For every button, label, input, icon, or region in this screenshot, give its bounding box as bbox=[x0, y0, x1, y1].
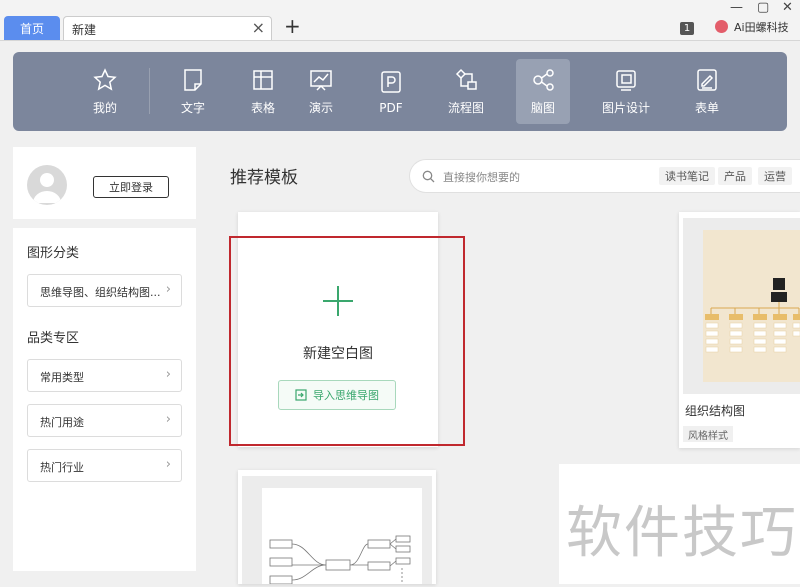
search-input[interactable]: 直接搜你想要的 读书笔记 产品 运营 bbox=[409, 159, 800, 193]
sidebar-item-label: 思维导图、组织结构图... bbox=[40, 286, 161, 299]
toolbar-item-image-design[interactable]: 图片设计 bbox=[596, 52, 656, 131]
user-avatar-icon[interactable] bbox=[715, 20, 728, 33]
tab-home[interactable]: 首页 bbox=[4, 16, 60, 40]
mindmap-icon bbox=[533, 69, 554, 91]
toolbar-label: 表格 bbox=[250, 101, 275, 115]
app-toolbar: 我的 文字 表格 演示 PDF 流程图 脑图 图片设计 表单 bbox=[13, 52, 787, 131]
presentation-icon bbox=[310, 70, 332, 91]
image-design-icon bbox=[616, 70, 636, 91]
template-card-mindmap[interactable] bbox=[238, 470, 436, 585]
org-chart-preview bbox=[705, 278, 800, 353]
chevron-right-icon: › bbox=[165, 367, 171, 382]
toolbar-item-form[interactable]: 表单 bbox=[680, 52, 734, 131]
toolbar-label: 脑图 bbox=[530, 101, 555, 115]
toolbar-label: 表单 bbox=[694, 101, 719, 115]
title-bar: 首页 新建 × + — ▢ ✕ 1 Ai田螺科技 bbox=[0, 0, 800, 41]
search-tag[interactable]: 运营 bbox=[758, 167, 792, 185]
tab-new-label: 新建 bbox=[72, 23, 97, 37]
template-card-org-chart[interactable]: 组织结构图 风格样式 bbox=[679, 212, 800, 448]
shape-category-heading: 图形分类 bbox=[27, 246, 80, 261]
toolbar-label: 流程图 bbox=[447, 101, 484, 115]
toolbar-label: 图片设计 bbox=[601, 101, 650, 115]
chevron-right-icon: › bbox=[165, 282, 171, 297]
close-tab-icon[interactable]: × bbox=[252, 18, 265, 37]
toolbar-item-mine[interactable]: 我的 bbox=[77, 52, 133, 131]
tab-new[interactable]: 新建 × bbox=[63, 16, 272, 40]
login-button[interactable]: 立即登录 bbox=[93, 176, 169, 198]
sidebar-item-popular-industries[interactable]: 热门行业 › bbox=[27, 449, 182, 482]
user-icon bbox=[33, 173, 61, 203]
flowchart-icon bbox=[455, 68, 477, 90]
search-tag[interactable]: 产品 bbox=[718, 167, 752, 185]
chevron-right-icon: › bbox=[165, 412, 171, 427]
toolbar-label: 我的 bbox=[92, 101, 117, 115]
document-icon bbox=[184, 69, 202, 91]
toolbar-item-presentation[interactable]: 演示 bbox=[294, 52, 348, 131]
template-thumbnail bbox=[242, 476, 432, 585]
user-name[interactable]: Ai田螺科技 bbox=[734, 19, 789, 35]
search-placeholder: 直接搜你想要的 bbox=[443, 171, 520, 184]
toolbar-label: 演示 bbox=[308, 101, 333, 115]
table-icon bbox=[253, 70, 273, 90]
toolbar-label: 文字 bbox=[180, 101, 205, 115]
toolbar-item-flowchart[interactable]: 流程图 bbox=[437, 52, 495, 131]
sidebar-item-label: 热门行业 bbox=[40, 461, 84, 474]
toolbar-item-sheet[interactable]: 表格 bbox=[236, 52, 290, 131]
notification-badge[interactable]: 1 bbox=[680, 22, 694, 35]
toolbar-divider bbox=[149, 68, 150, 114]
template-thumbnail bbox=[683, 218, 800, 394]
close-window-button[interactable]: ✕ bbox=[782, 0, 793, 15]
template-name: 组织结构图 bbox=[685, 404, 746, 418]
star-icon bbox=[93, 68, 117, 91]
template-style-tag[interactable]: 风格样式 bbox=[683, 426, 733, 442]
chevron-right-icon: › bbox=[165, 457, 171, 472]
sidebar-item-label: 热门用途 bbox=[40, 416, 84, 429]
toolbar-label: PDF bbox=[379, 100, 403, 115]
sidebar-item-common-types[interactable]: 常用类型 › bbox=[27, 359, 182, 392]
pdf-icon bbox=[381, 70, 401, 93]
watermark-text: 软件技巧 bbox=[566, 501, 798, 566]
add-tab-button[interactable]: + bbox=[284, 14, 301, 38]
search-icon bbox=[422, 170, 435, 183]
sidebar-item-mindmap-org[interactable]: 思维导图、组织结构图... › bbox=[27, 274, 182, 307]
page-title: 推荐模板 bbox=[230, 168, 298, 188]
avatar[interactable] bbox=[27, 165, 67, 205]
category-zone-heading: 品类专区 bbox=[27, 331, 80, 346]
category-sidebar: 图形分类 思维导图、组织结构图... › 品类专区 常用类型 › 热门用途 › … bbox=[13, 228, 196, 571]
user-panel: 立即登录 bbox=[13, 147, 196, 219]
form-icon bbox=[697, 69, 717, 91]
highlight-box bbox=[229, 236, 465, 446]
search-tag[interactable]: 读书笔记 bbox=[659, 167, 715, 185]
toolbar-item-text[interactable]: 文字 bbox=[166, 52, 220, 131]
toolbar-item-mindmap[interactable]: 脑图 bbox=[516, 52, 570, 131]
minimize-button[interactable]: — bbox=[730, 0, 743, 15]
mindmap-preview bbox=[269, 535, 411, 585]
maximize-button[interactable]: ▢ bbox=[757, 0, 769, 15]
sidebar-item-label: 常用类型 bbox=[40, 371, 84, 384]
sidebar-item-popular-uses[interactable]: 热门用途 › bbox=[27, 404, 182, 437]
toolbar-item-pdf[interactable]: PDF bbox=[364, 52, 418, 131]
